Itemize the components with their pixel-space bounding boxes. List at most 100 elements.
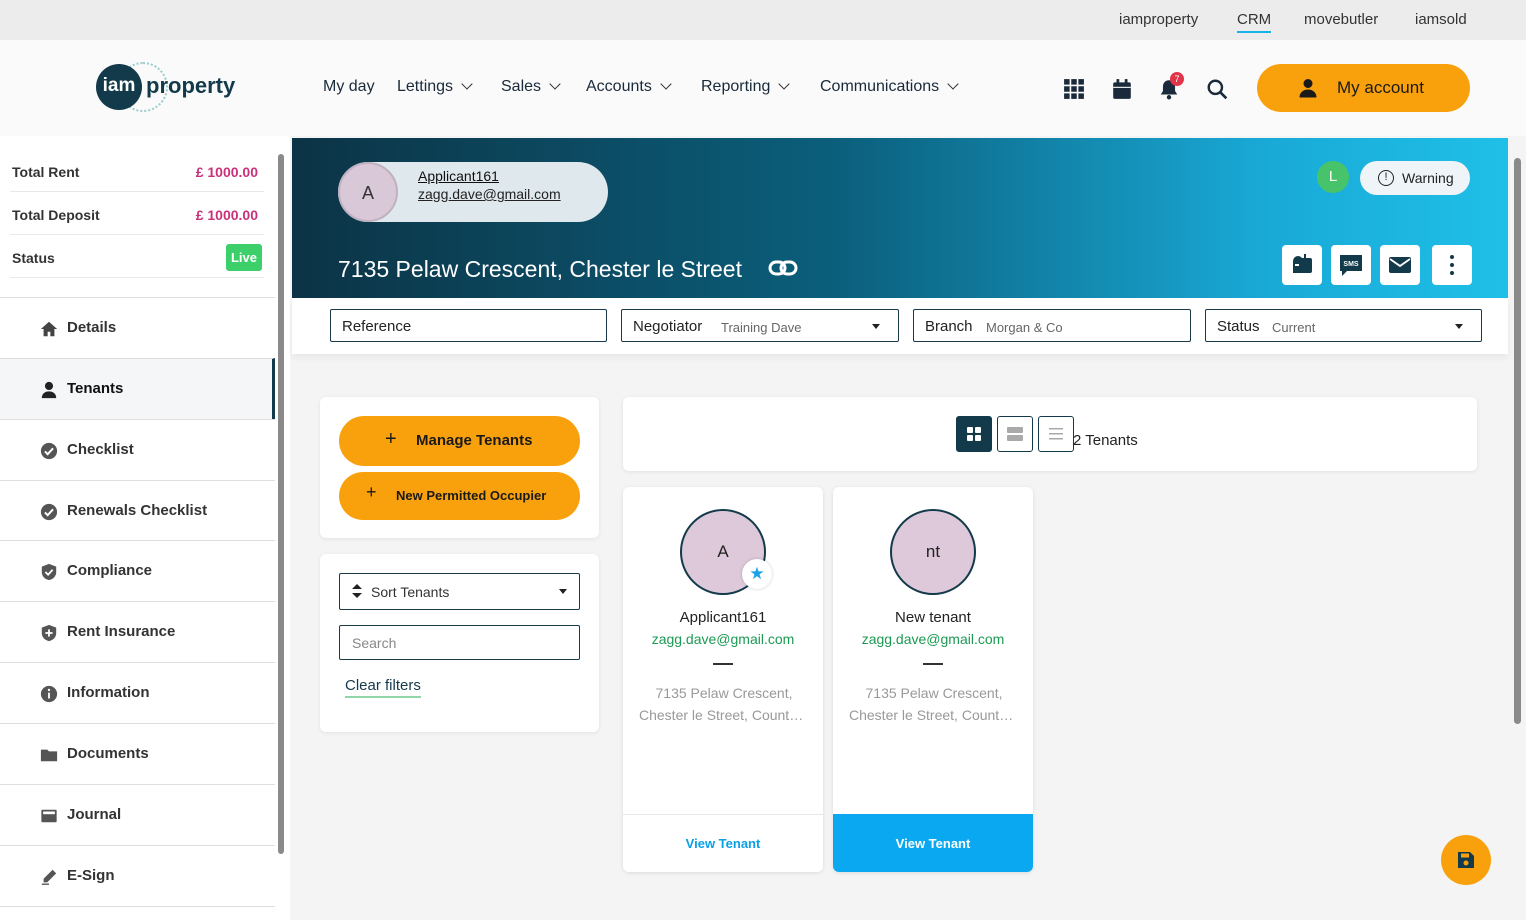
link-iamsold[interactable]: iamsold xyxy=(1415,11,1467,28)
sidebar-item-label: Journal xyxy=(67,806,122,823)
sidebar-item-label: Tenants xyxy=(67,380,124,397)
link-iamproperty[interactable]: iamproperty xyxy=(1119,11,1198,28)
total-deposit-row: Total Deposit £ 1000.00 xyxy=(10,193,264,235)
reference-field[interactable]: Reference xyxy=(330,309,607,342)
list-view-button[interactable] xyxy=(1038,416,1074,452)
nav-sales[interactable]: Sales xyxy=(501,78,561,96)
nav-my-day[interactable]: My day xyxy=(323,78,375,96)
warning-button[interactable]: ! Warning xyxy=(1360,161,1470,195)
user-initial-badge[interactable]: L xyxy=(1317,161,1349,193)
envelope-icon xyxy=(1389,257,1411,273)
main-header: iam property My day Lettings Sales Accou… xyxy=(0,40,1526,136)
nav-my-day-label: My day xyxy=(323,78,375,95)
site-switcher: iamproperty CRM movebutler iamsold xyxy=(0,0,1526,40)
logo-text: property xyxy=(146,73,236,98)
nav-communications[interactable]: Communications xyxy=(820,78,959,96)
nav-accounts[interactable]: Accounts xyxy=(586,78,672,96)
applicant-name-link[interactable]: Applicant161 xyxy=(418,168,499,184)
applicant-pill[interactable]: A Applicant161 zagg.dave@gmail.com xyxy=(338,162,608,222)
sms-button[interactable]: SMS xyxy=(1331,245,1371,285)
sms-label: SMS xyxy=(1343,261,1359,268)
link-icon[interactable] xyxy=(768,256,798,280)
grid-view-button[interactable] xyxy=(956,416,992,452)
reference-label: Reference xyxy=(342,318,412,335)
sidebar-item-label: Compliance xyxy=(67,562,153,579)
sidebar-item-renewals-checklist[interactable]: Renewals Checklist xyxy=(0,480,275,541)
divider xyxy=(923,663,943,665)
pen-icon xyxy=(41,869,57,885)
lead-tenant-star-icon: ★ xyxy=(742,559,772,589)
sidebar-item-e-sign[interactable]: E-Sign xyxy=(0,845,275,906)
sidebar-scrollbar[interactable] xyxy=(277,144,285,856)
page-scrollbar[interactable] xyxy=(1512,138,1524,920)
tenant-filters-panel: Sort Tenants Clear filters xyxy=(320,554,599,732)
sidebar-item-details[interactable]: Details xyxy=(0,297,275,358)
tenant-search-input[interactable] xyxy=(339,625,580,660)
sidebar-item-checklist[interactable]: Checklist xyxy=(0,419,275,480)
tenant-address: 7135 Pelaw Crescent, Chester le Street, … xyxy=(639,682,809,726)
tenants-view-panel: 2 Tenants xyxy=(623,397,1477,471)
total-deposit-label: Total Deposit xyxy=(12,207,100,223)
clear-filters-link[interactable]: Clear filters xyxy=(345,677,421,698)
total-deposit-value: £ 1000.00 xyxy=(195,207,258,223)
sidebar-item-label: Documents xyxy=(67,745,149,762)
chevron-down-icon xyxy=(549,78,561,90)
link-crm[interactable]: CRM xyxy=(1237,11,1272,33)
list-icon xyxy=(1049,428,1063,440)
warning-label: Warning xyxy=(1402,170,1454,186)
caret-down-icon xyxy=(872,324,880,329)
sort-tenants-select[interactable]: Sort Tenants xyxy=(339,573,580,610)
tenant-address: 7135 Pelaw Crescent, Chester le Street, … xyxy=(849,682,1019,726)
tenant-avatar: nt xyxy=(890,509,976,595)
total-rent-value: £ 1000.00 xyxy=(195,164,258,180)
view-tenant-button[interactable]: View Tenant xyxy=(623,814,823,872)
folder-icon xyxy=(40,749,58,762)
status-select[interactable]: Status Current xyxy=(1205,309,1482,342)
person-icon xyxy=(41,381,57,399)
calendar-icon[interactable] xyxy=(1111,78,1133,100)
new-permitted-occupier-label: New Permitted Occupier xyxy=(396,488,547,503)
tenant-email[interactable]: zagg.dave@gmail.com xyxy=(623,631,823,647)
sidebar-item-information[interactable]: Information xyxy=(0,662,275,723)
my-account-button[interactable]: My account xyxy=(1257,64,1470,112)
info-icon xyxy=(40,685,58,703)
property-banner: A Applicant161 zagg.dave@gmail.com 7135 … xyxy=(292,138,1508,298)
sidebar-item-tenants[interactable]: Tenants xyxy=(0,358,275,419)
nav-reporting[interactable]: Reporting xyxy=(701,78,791,96)
nav-lettings-label: Lettings xyxy=(397,78,454,95)
nav-lettings[interactable]: Lettings xyxy=(397,78,473,96)
applicant-email-link[interactable]: zagg.dave@gmail.com xyxy=(418,186,561,202)
sidebar-divider xyxy=(0,906,275,920)
tenant-actions-panel: + Manage Tenants + New Permitted Occupie… xyxy=(320,397,599,538)
tenant-name: New tenant xyxy=(895,609,971,626)
save-button[interactable] xyxy=(1441,835,1491,885)
plus-icon: + xyxy=(385,428,397,450)
card-list-view-button[interactable] xyxy=(997,416,1033,452)
sidebar-item-label: Renewals Checklist xyxy=(67,502,208,519)
negotiator-select[interactable]: Negotiator Training Dave xyxy=(621,309,899,342)
email-button[interactable] xyxy=(1380,245,1420,285)
status-badge: Live xyxy=(225,244,262,271)
iam-property-logo[interactable]: iam property xyxy=(96,62,236,112)
sidebar-item-compliance[interactable]: Compliance xyxy=(0,540,275,601)
tenant-address-line1: 7135 Pelaw Crescent, xyxy=(655,685,793,701)
apps-grid-icon[interactable] xyxy=(1063,78,1085,100)
view-tenant-button[interactable]: View Tenant xyxy=(833,814,1033,872)
mailbox-button[interactable] xyxy=(1282,245,1322,285)
search-icon[interactable] xyxy=(1206,78,1228,100)
sidebar-item-documents[interactable]: Documents xyxy=(0,723,275,784)
sidebar-item-rent-insurance[interactable]: Rent Insurance xyxy=(0,601,275,662)
page-scrollbar-thumb[interactable] xyxy=(1514,158,1521,724)
shield-plus-icon xyxy=(41,624,57,642)
branch-field[interactable]: Branch Morgan & Co xyxy=(913,309,1191,342)
new-permitted-occupier-button[interactable]: + New Permitted Occupier xyxy=(339,472,580,520)
manage-tenants-button[interactable]: + Manage Tenants xyxy=(339,416,580,466)
sidebar-item-label: Information xyxy=(67,684,150,701)
mailbox-icon xyxy=(1293,254,1312,273)
sidebar-scrollbar-thumb[interactable] xyxy=(278,154,284,854)
sidebar-item-journal[interactable]: Journal xyxy=(0,784,275,845)
tenant-email[interactable]: zagg.dave@gmail.com xyxy=(833,631,1033,647)
sidebar-item-label: E-Sign xyxy=(67,867,115,884)
more-options-button[interactable] xyxy=(1432,245,1472,285)
link-movebutler[interactable]: movebutler xyxy=(1304,11,1378,28)
